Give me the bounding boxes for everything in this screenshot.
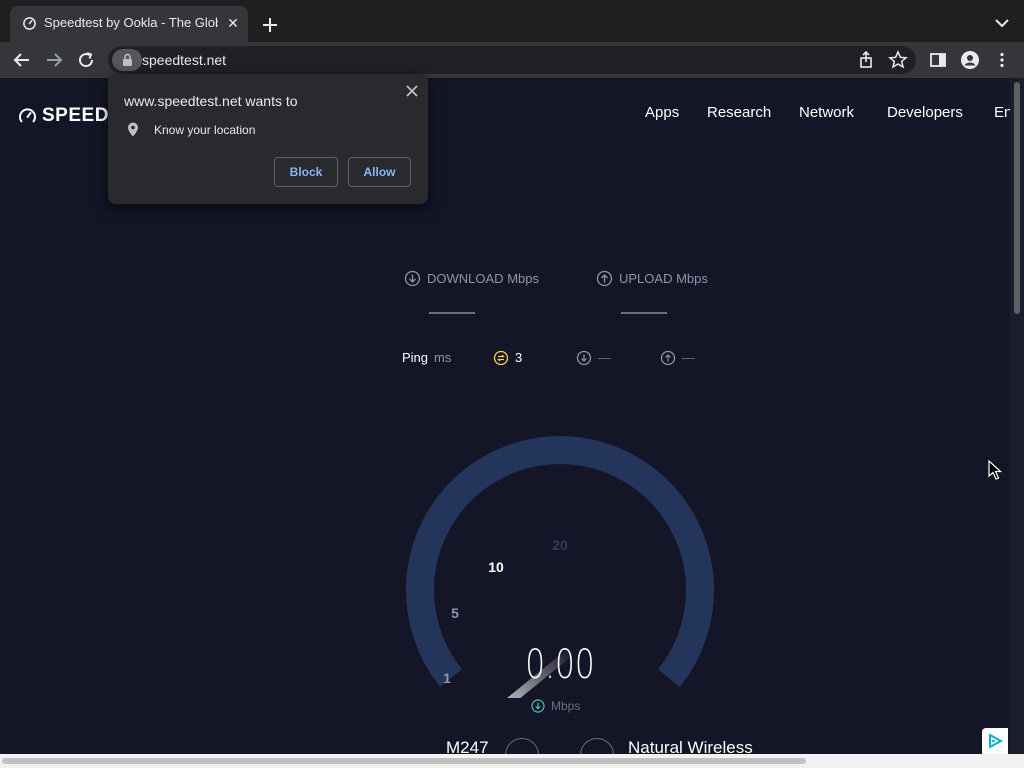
server-provider-name[interactable]: Natural Wireless: [628, 738, 753, 754]
upload-metric-label: UPLOAD Mbps: [596, 270, 708, 287]
more-menu-icon[interactable]: [992, 50, 1012, 70]
lock-icon: [123, 53, 132, 66]
back-arrow-icon[interactable]: [12, 50, 32, 70]
speed-unit: Mbps: [551, 699, 581, 713]
nav-network[interactable]: Network: [799, 104, 854, 121]
gauge-tick-5: 5: [451, 605, 459, 621]
forward-arrow-icon[interactable]: [44, 50, 64, 70]
download-unit: Mbps: [507, 271, 539, 286]
tab-title: Speedtest by Ookla - The Global Broadban…: [44, 15, 218, 30]
side-panel-icon[interactable]: [928, 50, 948, 70]
close-icon[interactable]: [403, 82, 421, 100]
profile-avatar-icon[interactable]: [960, 50, 980, 70]
adchoices-triangle-icon: [989, 733, 1003, 749]
vertical-scroll-thumb[interactable]: [1014, 82, 1020, 314]
idle-ping: 3: [493, 350, 522, 366]
browser-tab[interactable]: Speedtest by Ookla - The Global Broadban…: [10, 6, 248, 42]
url-text: speedtest.net: [142, 52, 227, 68]
nav-research[interactable]: Research: [707, 104, 771, 121]
download-ping-value: —: [598, 350, 611, 365]
download-ping-icon: [576, 350, 592, 366]
vertical-scrollbar[interactable]: [1010, 78, 1024, 754]
download-value-placeholder: [429, 312, 475, 314]
horizontal-scroll-thumb[interactable]: [2, 758, 806, 764]
speed-unit-label: Mbps: [531, 699, 580, 713]
upload-ping-icon: [660, 350, 676, 366]
nav-enterprise[interactable]: Enterprise: [994, 104, 1010, 121]
download-metric-label: DOWNLOAD Mbps: [404, 270, 539, 287]
permission-text: Know your location: [154, 123, 256, 137]
browser-tab-bar: Speedtest by Ookla - The Global Broadban…: [0, 0, 1024, 42]
upload-unit: Mbps: [676, 271, 708, 286]
location-pin-icon: [128, 122, 138, 137]
allow-button[interactable]: Allow: [348, 157, 411, 187]
browser-toolbar: speedtest.net: [0, 42, 1024, 78]
download-arrow-icon: [404, 270, 421, 287]
bookmark-star-icon[interactable]: [888, 50, 908, 70]
ping-label: Ping: [402, 350, 429, 365]
permission-popup-title: www.speedtest.net wants to: [124, 93, 298, 109]
nav-developers[interactable]: Developers: [887, 104, 963, 121]
upload-ping-value: —: [682, 350, 695, 365]
gauge-tick-1: 1: [443, 670, 451, 686]
tab-close-button[interactable]: ✕: [224, 14, 242, 32]
upload-arrow-icon: [596, 270, 613, 287]
download-label: DOWNLOAD: [427, 271, 504, 286]
upload-label: UPLOAD: [619, 271, 673, 286]
horizontal-scrollbar[interactable]: [0, 754, 1024, 768]
address-bar[interactable]: speedtest.net: [108, 46, 916, 74]
user-icon: [505, 738, 539, 754]
speedtest-favicon-icon: [23, 17, 36, 30]
upload-ping: —: [660, 350, 695, 366]
gauge-tick-10: 10: [488, 559, 504, 575]
reload-icon[interactable]: [76, 50, 96, 70]
location-permission-popup: www.speedtest.net wants to Know your loc…: [108, 74, 428, 204]
speed-value: 0.00: [525, 642, 595, 688]
block-button[interactable]: Block: [274, 157, 338, 187]
idle-ping-icon: [493, 350, 509, 366]
upload-value-placeholder: [621, 312, 667, 314]
site-info-chip[interactable]: [112, 49, 142, 71]
nav-apps[interactable]: Apps: [645, 104, 679, 121]
mouse-cursor-icon: [988, 460, 1002, 480]
share-icon[interactable]: [856, 50, 876, 70]
download-ping: —: [576, 350, 611, 366]
new-tab-plus-icon[interactable]: [259, 14, 281, 36]
ping-label-group: Ping ms: [402, 350, 451, 365]
gauge-tick-20: 20: [552, 537, 568, 553]
tab-search-chevron-down-icon[interactable]: [993, 16, 1011, 30]
download-indicator-icon: [531, 699, 545, 713]
ping-unit: ms: [434, 350, 452, 365]
idle-ping-value: 3: [515, 350, 523, 365]
isp-name: M247: [446, 738, 489, 754]
adchoices-icon[interactable]: [982, 728, 1008, 754]
speedtest-logo-icon: [19, 108, 36, 123]
globe-icon: [580, 738, 614, 754]
